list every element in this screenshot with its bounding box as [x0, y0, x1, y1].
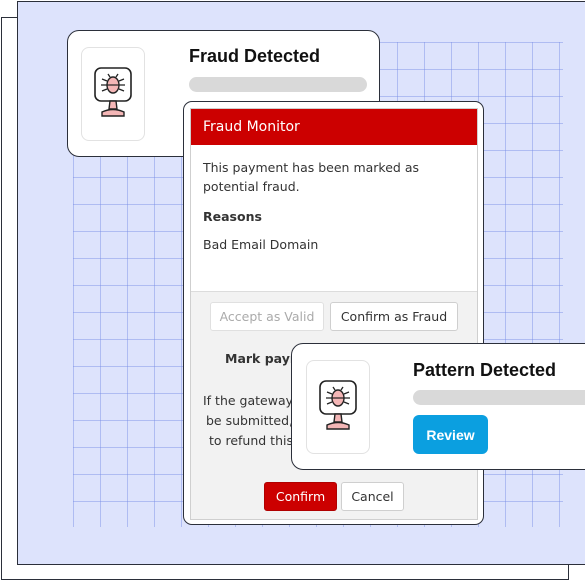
- reasons-heading: Reasons: [203, 209, 262, 224]
- pattern-icon-box: [306, 360, 370, 454]
- fraud-skeleton-line: [189, 77, 367, 92]
- pattern-skeleton-line: [413, 390, 585, 405]
- bug-monitor-icon: [319, 380, 357, 430]
- pattern-detected-title: Pattern Detected: [413, 360, 557, 380]
- fraud-icon-box: [81, 47, 145, 141]
- review-button[interactable]: Review: [413, 415, 488, 454]
- gateway-line-1: If the gateway: [202, 393, 293, 408]
- bug-monitor-icon: [94, 67, 132, 117]
- fraud-detected-title: Fraud Detected: [189, 46, 321, 66]
- gateway-line-2: be submitted,: [205, 413, 293, 428]
- confirm-button[interactable]: Confirm: [264, 482, 337, 511]
- gateway-line-3: to refund this: [208, 433, 293, 448]
- pattern-detected-card: Pattern Detected Review: [291, 343, 585, 470]
- gateway-note: If the gateway be submitted, to refund t…: [201, 391, 293, 451]
- cancel-button[interactable]: Cancel: [341, 482, 404, 511]
- confirm-as-fraud-button[interactable]: Confirm as Fraud: [330, 302, 458, 331]
- reason-item: Bad Email Domain: [203, 237, 319, 252]
- fraud-message: This payment has been marked as potentia…: [203, 160, 419, 194]
- accept-as-valid-button[interactable]: Accept as Valid: [210, 302, 324, 331]
- dialog-title: Fraud Monitor: [191, 109, 477, 145]
